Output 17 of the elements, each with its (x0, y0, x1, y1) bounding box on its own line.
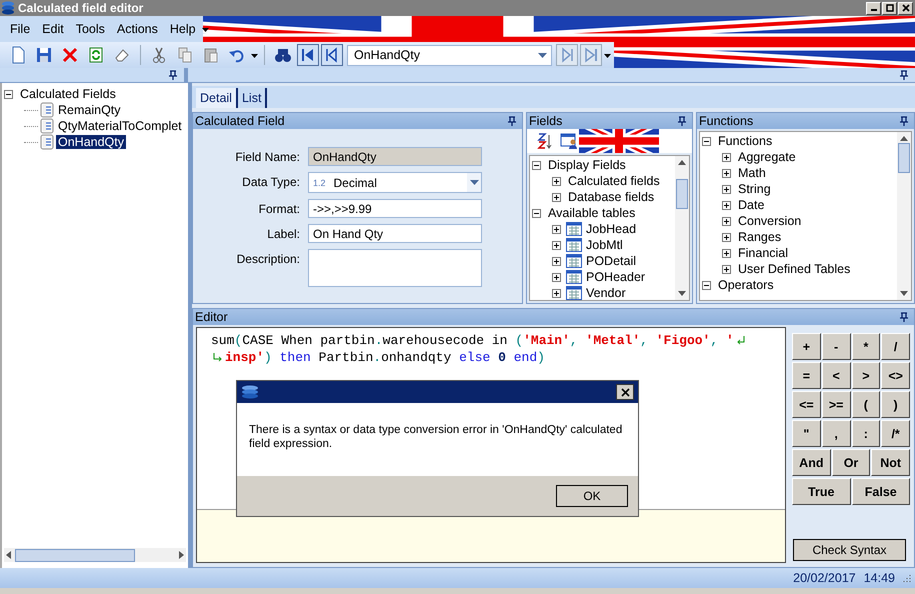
type-label: 1.2 (313, 178, 326, 188)
panel-title: Functions (699, 114, 754, 128)
code-line: insp') then Partbin.onhandqty else 0 end) (211, 349, 785, 366)
field-label: Format: (258, 201, 300, 216)
field-label: Data Type: (241, 174, 300, 189)
field-label: Label: (266, 226, 300, 241)
panel-title: Calculated Field (195, 114, 285, 128)
status-date: 20/02/2017 (793, 571, 856, 585)
field-label: Field Name: (234, 149, 300, 164)
window-title: Calculated field editor (18, 1, 144, 15)
dialog-message: There is a syntax or data type conversion error in 'OnHandQty' calculated field expression. (249, 423, 624, 451)
field-label: Description: (236, 251, 300, 266)
name-field: OnHandQty (308, 147, 482, 166)
code-line: sum(CASE When partbin.warehousecode in ('Main', 'Metal', 'Figoo', ' (211, 332, 785, 349)
panel-title: Editor (195, 310, 228, 324)
panel-title: Fields (529, 114, 562, 128)
status-time: 14:49 (864, 571, 895, 585)
